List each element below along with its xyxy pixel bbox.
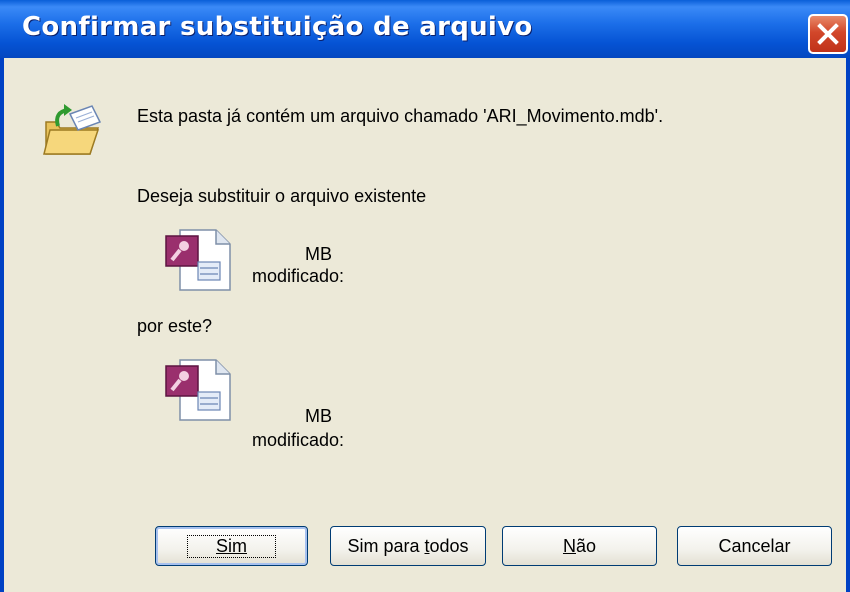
close-icon <box>817 23 839 45</box>
new-file-modified: modificado: <box>252 430 345 450</box>
folder-replace-icon <box>43 104 102 155</box>
window-border-left <box>0 58 4 592</box>
no-button-label: Não <box>562 535 597 556</box>
yes-to-all-button[interactable]: Sim para todos <box>330 526 486 566</box>
dialog-title: Confirmar substituição de arquivo <box>22 12 533 42</box>
cancel-button-label: Cancelar <box>718 535 791 556</box>
yes-button-label: Sim <box>216 535 247 556</box>
no-button[interactable]: Não <box>502 526 657 566</box>
window-border-right <box>846 58 850 592</box>
question-text: Deseja substituir o arquivo existente <box>137 186 427 206</box>
yes-button[interactable]: Sim <box>155 526 308 566</box>
existing-file-size: MB <box>305 244 332 264</box>
existing-file-modified: modificado: <box>252 266 345 286</box>
cancel-button[interactable]: Cancelar <box>677 526 832 566</box>
title-bar: Confirmar substituição de arquivo <box>0 0 850 58</box>
replace-file-dialog: Confirmar substituição de arquivo Esta p… <box>0 0 850 592</box>
by-this-text: por este? <box>137 316 213 336</box>
yes-to-all-label: Sim para todos <box>347 535 469 556</box>
close-button[interactable] <box>808 14 848 54</box>
access-database-file-icon <box>165 359 231 421</box>
message-text: Esta pasta já contém um arquivo chamado … <box>137 106 664 126</box>
new-file-size: MB <box>305 406 332 426</box>
access-database-file-icon <box>165 229 231 291</box>
